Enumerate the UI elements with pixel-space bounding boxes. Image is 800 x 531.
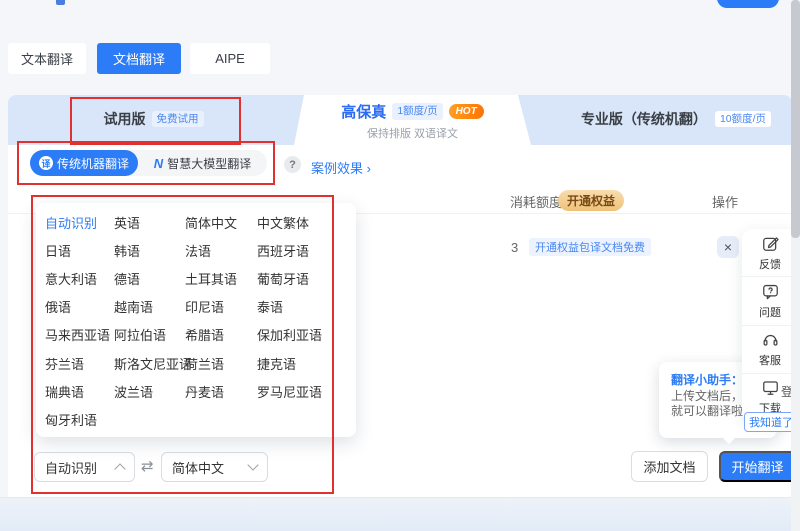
language-option[interactable]: 瑞典语 <box>45 382 114 401</box>
rail-label-question: 问题 <box>759 304 781 320</box>
tooltip-title: 翻译小助手： <box>671 371 743 388</box>
tooltip-line2: 就可以翻译啦 <box>671 402 743 419</box>
pro-quota-badge: 10额度/页 <box>715 111 771 128</box>
question-bubble-icon <box>761 282 780 301</box>
language-option[interactable]: 匈牙利语 <box>45 410 114 429</box>
engine-llm-label: 智慧大模型翻译 <box>167 155 251 172</box>
language-option[interactable]: 罗马尼亚语 <box>257 382 356 401</box>
version-tab-hifi[interactable]: 高保真 1额度/页 HOT 保持排版 双语译文 <box>294 95 531 145</box>
language-option[interactable]: 泰语 <box>257 297 356 316</box>
language-option[interactable]: 英语 <box>114 213 185 232</box>
scrollbar-thumb[interactable] <box>791 0 800 238</box>
hifi-quota-badge: 1额度/页 <box>392 103 442 120</box>
language-option[interactable]: 波兰语 <box>114 382 185 401</box>
language-option[interactable]: 越南语 <box>114 297 185 316</box>
headset-icon <box>761 330 780 349</box>
help-icon[interactable]: ? <box>284 156 301 173</box>
open-benefits-badge[interactable]: 开通权益 <box>558 190 624 211</box>
header-action: 操作 <box>712 192 738 211</box>
row-quota-value: 3 <box>511 240 518 255</box>
language-option[interactable]: 俄语 <box>45 297 114 316</box>
target-language-select[interactable]: 简体中文 <box>161 452 268 482</box>
language-option[interactable]: 斯洛文尼亚语 <box>114 354 185 373</box>
engine-toggle-group: 译 传统机器翻译 N 智慧大模型翻译 <box>30 150 267 176</box>
swap-languages-icon[interactable]: ⇄ <box>141 457 154 475</box>
version-tab-trial[interactable]: 试用版 免费试用 <box>70 95 237 143</box>
language-dropdown-panel: 自动识别英语简体中文中文繁体日语韩语法语西班牙语意大利语德语土耳其语葡萄牙语俄语… <box>36 203 356 437</box>
language-option[interactable]: 简体中文 <box>185 213 257 232</box>
language-option[interactable]: 自动识别 <box>45 213 114 232</box>
language-option[interactable]: 意大利语 <box>45 269 114 288</box>
engine-traditional-label: 传统机器翻译 <box>57 155 129 172</box>
language-option[interactable]: 德语 <box>114 269 185 288</box>
language-option[interactable]: 葡萄牙语 <box>257 269 356 288</box>
example-effect-link[interactable]: 案例效果 › <box>311 158 371 177</box>
edit-icon <box>761 234 780 253</box>
row-benefit-link[interactable]: 开通权益包译文档免费 <box>529 238 651 256</box>
language-option[interactable]: 马来西亚语 <box>45 325 114 344</box>
language-option[interactable]: 西班牙语 <box>257 241 356 260</box>
language-option[interactable]: 土耳其语 <box>185 269 257 288</box>
trial-free-badge: 免费试用 <box>152 111 204 128</box>
source-language-select[interactable]: 自动识别 <box>34 452 135 482</box>
cut-off-logo-fragment <box>56 0 65 5</box>
language-option[interactable]: 韩语 <box>114 241 185 260</box>
rail-label-feedback: 反馈 <box>759 256 781 272</box>
engine-traditional-mt[interactable]: 译 传统机器翻译 <box>30 150 138 176</box>
chevron-up-icon <box>114 463 125 474</box>
language-option[interactable]: 芬兰语 <box>45 354 114 373</box>
language-option[interactable]: 保加利亚语 <box>257 325 356 344</box>
hifi-subtitle: 保持排版 双语译文 <box>294 125 531 141</box>
language-option[interactable]: 日语 <box>45 241 114 260</box>
language-option[interactable]: 印尼语 <box>185 297 257 316</box>
rail-item-support[interactable]: 客服 <box>742 325 798 373</box>
target-language-value: 简体中文 <box>172 458 224 477</box>
version-tab-pro[interactable]: 专业版（传统机翻） 10额度/页 <box>560 95 792 143</box>
pro-title: 专业版（传统机翻） <box>581 109 707 129</box>
language-option[interactable]: 捷克语 <box>257 354 356 373</box>
tab-text-translation[interactable]: 文本翻译 <box>8 43 86 74</box>
rail-item-feedback[interactable]: 反馈 <box>742 229 798 276</box>
language-option[interactable]: 荷兰语 <box>185 354 257 373</box>
header-quota: 消耗额度 <box>510 192 562 211</box>
language-option[interactable]: 丹麦语 <box>185 382 257 401</box>
tab-aipe[interactable]: AIPE <box>190 43 270 74</box>
scrollbar-track[interactable] <box>791 0 800 531</box>
cut-off-top-button[interactable] <box>717 0 779 8</box>
hot-badge: HOT <box>449 104 484 119</box>
monitor-icon <box>761 378 780 397</box>
source-language-value: 自动识别 <box>45 458 97 477</box>
chevron-down-icon <box>247 459 258 470</box>
start-translate-button[interactable]: 开始翻译 <box>719 451 796 482</box>
llm-n-icon: N <box>154 156 163 171</box>
footer-strip <box>0 497 800 531</box>
language-option[interactable]: 中文繁体 <box>257 213 356 232</box>
rail-label-support: 客服 <box>759 352 781 368</box>
rail-item-question[interactable]: 问题 <box>742 276 798 324</box>
remove-file-button[interactable]: × <box>717 236 739 258</box>
language-grid: 自动识别英语简体中文中文繁体日语韩语法语西班牙语意大利语德语土耳其语葡萄牙语俄语… <box>36 203 356 434</box>
hifi-title: 高保真 <box>341 101 386 122</box>
trial-title: 试用版 <box>104 109 146 129</box>
language-option[interactable]: 法语 <box>185 241 257 260</box>
language-option[interactable]: 阿拉伯语 <box>114 325 185 344</box>
translate-disc-icon: 译 <box>39 156 53 170</box>
engine-llm-smart[interactable]: N 智慧大模型翻译 <box>138 150 267 176</box>
language-option[interactable]: 希腊语 <box>185 325 257 344</box>
tab-document-translation[interactable]: 文档翻译 <box>97 43 181 74</box>
tooltip-confirm-button[interactable]: 我知道了 <box>744 412 798 432</box>
document-translation-page: 文本翻译 文档翻译 AIPE 试用版 免费试用 高保真 1额度/页 HOT 保持… <box>0 0 800 531</box>
add-document-button[interactable]: 添加文档 <box>631 451 708 482</box>
